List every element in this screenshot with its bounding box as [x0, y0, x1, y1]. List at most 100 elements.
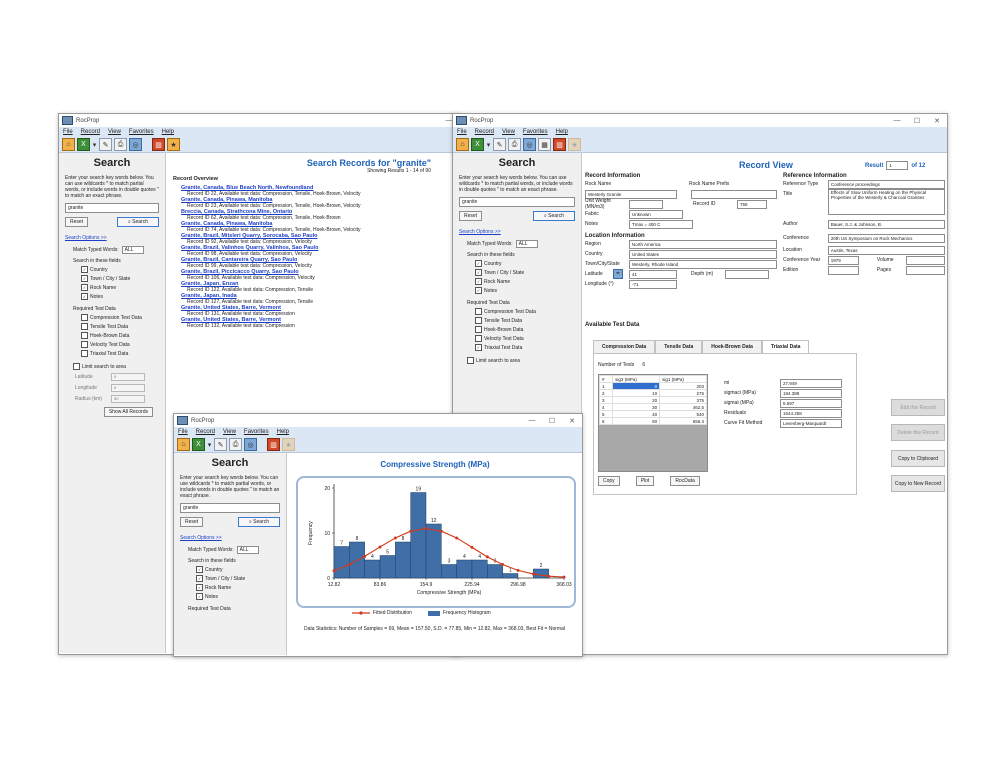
- table-row[interactable]: 2 10 275: [598, 389, 707, 397]
- depth-input[interactable]: [725, 269, 769, 279]
- param-value[interactable]: 6.597: [780, 398, 842, 408]
- excel-icon[interactable]: X: [192, 438, 205, 451]
- search-options-link[interactable]: Search Options >>: [459, 229, 575, 235]
- search-options-link[interactable]: Search Options >>: [180, 535, 280, 541]
- print-icon[interactable]: ⎙: [508, 138, 521, 151]
- grid-cell[interactable]: 2: [598, 389, 614, 397]
- search-button[interactable]: ⌕ Search: [238, 517, 280, 527]
- minimize-icon[interactable]: —: [887, 117, 907, 125]
- ref-type-input[interactable]: Conference proceedings: [827, 179, 945, 189]
- checkbox-country[interactable]: ✓: [196, 566, 203, 573]
- edit-record-button[interactable]: Edit this Record: [891, 399, 945, 416]
- param-value[interactable]: Levenberg-Marquardt: [780, 418, 842, 428]
- checkbox-limit-area[interactable]: [467, 357, 474, 364]
- table-row[interactable]: 6 60 656.3: [598, 417, 707, 425]
- checkbox-rock-name[interactable]: ✓: [196, 584, 203, 591]
- table-row[interactable]: 3 20 375: [598, 396, 707, 404]
- delete-record-button[interactable]: Delete this Record: [891, 424, 945, 441]
- star-icon[interactable]: ★: [167, 138, 180, 151]
- edit-icon[interactable]: ✎: [99, 138, 112, 151]
- search-button[interactable]: ⌕ Search: [117, 217, 159, 227]
- table-row[interactable]: 5 40 540: [598, 410, 707, 418]
- menu-favorites[interactable]: Favorites: [519, 129, 552, 135]
- grid-cell[interactable]: 540: [659, 410, 707, 418]
- grid-cell[interactable]: 5: [598, 410, 614, 418]
- checkbox-town[interactable]: ✓: [81, 275, 88, 282]
- conf-year-input[interactable]: 1979: [827, 255, 859, 265]
- globe-icon[interactable]: ◎: [244, 438, 257, 451]
- grid-cell[interactable]: 4: [598, 403, 614, 411]
- checkbox-triaxial[interactable]: ✓: [475, 344, 482, 351]
- menu-view[interactable]: View: [104, 129, 125, 135]
- minimize-icon[interactable]: —: [522, 417, 542, 425]
- grid-cell[interactable]: 30: [612, 403, 661, 411]
- dropdown-arrow-icon[interactable]: ▾: [486, 139, 491, 150]
- chart-icon[interactable]: ▥: [267, 438, 280, 451]
- reset-button[interactable]: Reset: [459, 211, 483, 221]
- globe-icon[interactable]: ◎: [129, 138, 142, 151]
- star-icon[interactable]: ★: [282, 438, 295, 451]
- match-select[interactable]: ALL: [515, 240, 538, 248]
- param-value[interactable]: 184.388: [780, 388, 842, 398]
- checkbox-town[interactable]: ✓: [196, 575, 203, 582]
- checkbox-rock-name[interactable]: ✓: [81, 284, 88, 291]
- menu-help[interactable]: Help: [552, 129, 572, 135]
- country-input[interactable]: United States: [629, 249, 777, 259]
- checkbox-country[interactable]: ✓: [475, 260, 482, 267]
- rocdata-button[interactable]: RocData: [670, 476, 700, 486]
- show-all-records-button[interactable]: Show All Records: [103, 407, 153, 417]
- grid-cell[interactable]: 3: [598, 396, 614, 404]
- menu-record[interactable]: Record: [77, 129, 104, 135]
- checkbox-town[interactable]: ✓: [475, 269, 482, 276]
- print-icon[interactable]: ⎙: [114, 138, 127, 151]
- conference-input[interactable]: 20th US Symposium on Rock Mechanics: [827, 233, 945, 243]
- search-button[interactable]: ⌕ Search: [533, 211, 575, 221]
- grid-cell[interactable]: 462.5: [659, 403, 707, 411]
- pages-input[interactable]: [906, 265, 945, 275]
- home-icon[interactable]: ⌂: [456, 138, 469, 151]
- maximize-icon[interactable]: ☐: [907, 117, 927, 125]
- triaxial-grid[interactable]: # sig3 (MPa) sig1 (MPa) 1 0 203 2 10 275 3 20 37…: [598, 374, 708, 472]
- home-icon[interactable]: ⌂: [62, 138, 75, 151]
- copy-button[interactable]: Copy: [598, 476, 620, 486]
- checkbox-notes[interactable]: ✓: [196, 593, 203, 600]
- grid-cell[interactable]: 1: [598, 382, 614, 390]
- menu-file[interactable]: File: [174, 429, 192, 435]
- copy-clipboard-button[interactable]: Copy to Clipboard: [891, 450, 945, 467]
- menu-record[interactable]: Record: [471, 129, 498, 135]
- longitude-input[interactable]: 0: [111, 384, 145, 392]
- title-input[interactable]: Effects of Slow Uniform Heating on the P…: [827, 189, 945, 215]
- checkbox-limit-area[interactable]: [73, 363, 80, 370]
- fabric-input[interactable]: Unknown: [629, 209, 683, 219]
- search-input[interactable]: granite: [65, 203, 159, 213]
- checkbox-compression[interactable]: [81, 314, 88, 321]
- grid-cell[interactable]: 20: [612, 396, 661, 404]
- map-pin-icon[interactable]: ⌖: [613, 269, 623, 279]
- checkbox-triaxial[interactable]: [81, 350, 88, 357]
- grid-cell[interactable]: 6: [598, 417, 614, 425]
- maximize-icon[interactable]: ☐: [542, 417, 562, 425]
- menu-favorites[interactable]: Favorites: [240, 429, 273, 435]
- checkbox-velocity[interactable]: [81, 341, 88, 348]
- dropdown-arrow-icon[interactable]: ▾: [207, 439, 212, 450]
- region-input[interactable]: North America: [629, 239, 777, 249]
- excel-icon[interactable]: X: [77, 138, 90, 151]
- volume-input[interactable]: [906, 255, 945, 265]
- menu-view[interactable]: View: [498, 129, 519, 135]
- edit-icon[interactable]: ✎: [214, 438, 227, 451]
- dropdown-arrow-icon[interactable]: ▾: [92, 139, 97, 150]
- edition-input[interactable]: [827, 265, 859, 275]
- town-input[interactable]: Westerly, Rhode Island: [629, 259, 777, 269]
- reset-button[interactable]: Reset: [65, 217, 89, 227]
- checkbox-notes[interactable]: ✓: [475, 287, 482, 294]
- notes-input[interactable]: Tmax = 400 C: [629, 219, 693, 229]
- latitude-input[interactable]: 41: [629, 269, 677, 279]
- grid-cell[interactable]: 60: [612, 417, 661, 425]
- excel-icon[interactable]: X: [471, 138, 484, 151]
- grid-cell[interactable]: 375: [659, 396, 707, 404]
- tab-tensile[interactable]: Tensile Data: [655, 340, 703, 353]
- longitude-input[interactable]: -71: [629, 279, 677, 289]
- checkbox-hoek-brown[interactable]: [475, 326, 482, 333]
- home-icon[interactable]: ⌂: [177, 438, 190, 451]
- param-value[interactable]: 1544.258: [780, 408, 842, 418]
